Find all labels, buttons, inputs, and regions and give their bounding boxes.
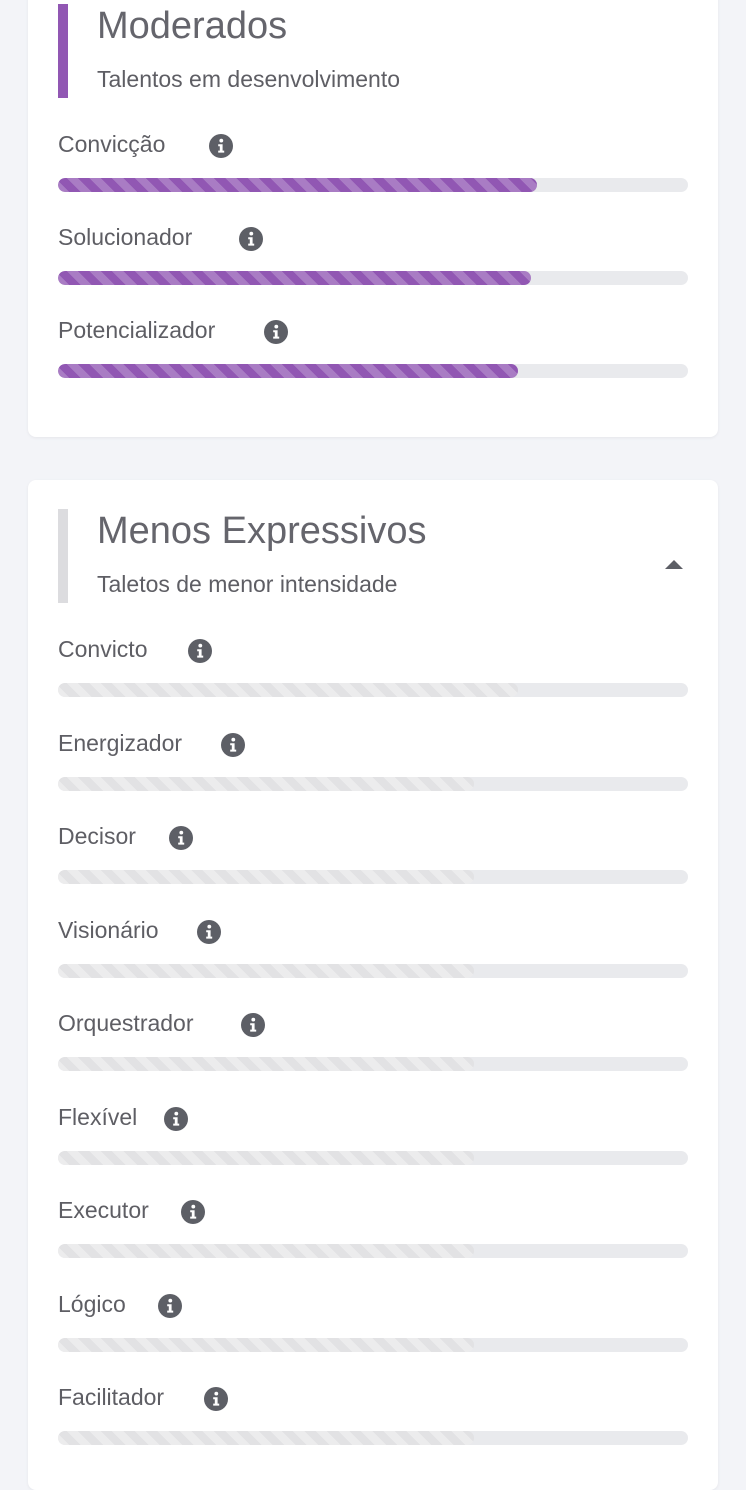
talent-progress-track (58, 964, 688, 978)
talent-name: Potencializador (58, 317, 216, 343)
section-header: Moderados Talentos em desenvolvimento (58, 4, 688, 98)
section-accent-bar (58, 509, 68, 603)
talent-progress-fill (58, 964, 474, 978)
talent-name: Facilitador (58, 1384, 165, 1410)
talent-name: Solucionador (58, 224, 193, 250)
talent-row-logico: Lógico (58, 1289, 688, 1359)
talent-name: Orquestrador (58, 1010, 194, 1036)
talent-name: Flexível (58, 1104, 138, 1130)
talent-progress-track (58, 271, 688, 285)
section-subtitle: Taletos de menor intensidade (97, 571, 398, 597)
talent-progress-track (58, 777, 688, 791)
talent-row-energizador: Energizador (58, 728, 688, 798)
talent-progress-fill (58, 271, 531, 285)
info-circle-icon[interactable] (241, 1013, 265, 1037)
talent-name: Executor (58, 1197, 149, 1223)
talent-progress-fill (58, 178, 537, 192)
talent-progress-fill (58, 1338, 474, 1352)
talent-card-moderados: Moderados Talentos em desenvolvimento Co… (28, 0, 718, 437)
section-accent-bar (58, 4, 68, 98)
talent-name: Visionário (58, 917, 159, 943)
talent-progress-track (58, 1244, 688, 1258)
talent-row-solucionador: Solucionador (58, 222, 688, 292)
info-circle-icon[interactable] (264, 320, 288, 344)
info-circle-icon[interactable] (181, 1200, 205, 1224)
talent-row-convicto: Convicto (58, 634, 688, 704)
talent-progress-fill (58, 1431, 474, 1445)
talent-progress-track (58, 683, 688, 697)
info-circle-icon[interactable] (164, 1107, 188, 1131)
caret-up-icon (660, 555, 688, 575)
talent-row-decisor: Decisor (58, 821, 688, 891)
section-header: Menos Expressivos Taletos de menor inten… (58, 509, 688, 603)
info-circle-icon[interactable] (221, 733, 245, 757)
info-circle-icon[interactable] (204, 1387, 228, 1411)
talent-name: Lógico (58, 1291, 126, 1317)
talent-card-menos-expressivos: Menos Expressivos Taletos de menor inten… (28, 480, 718, 1490)
talent-progress-track (58, 1057, 688, 1071)
talent-progress-fill (58, 777, 474, 791)
talent-progress-track (58, 870, 688, 884)
talent-progress-fill (58, 1244, 474, 1258)
talent-name: Convicção (58, 131, 166, 157)
collapse-toggle-button[interactable] (660, 555, 688, 575)
info-circle-icon[interactable] (169, 826, 193, 850)
talent-name: Convicto (58, 636, 148, 662)
talent-row-conviccao: Convicção (58, 129, 688, 199)
talent-name: Decisor (58, 823, 136, 849)
talent-row-executor: Executor (58, 1195, 688, 1265)
talent-progress-fill (58, 1057, 474, 1071)
talent-progress-track (58, 178, 688, 192)
talent-progress-fill (58, 870, 474, 884)
info-circle-icon[interactable] (239, 227, 263, 251)
talent-row-flexivel: Flexível (58, 1102, 688, 1172)
talent-progress-track (58, 1338, 688, 1352)
talent-progress-track (58, 1151, 688, 1165)
section-title: Moderados (97, 5, 288, 47)
info-circle-icon[interactable] (209, 134, 233, 158)
talent-progress-track (58, 364, 688, 378)
talent-row-visionario: Visionário (58, 915, 688, 985)
talent-name: Energizador (58, 730, 183, 756)
talent-progress-fill (58, 1151, 474, 1165)
talent-progress-fill (58, 364, 518, 378)
talent-row-orquestrador: Orquestrador (58, 1008, 688, 1078)
talent-progress-track (58, 1431, 688, 1445)
section-title: Menos Expressivos (97, 510, 427, 552)
section-subtitle: Talentos em desenvolvimento (97, 66, 400, 92)
info-circle-icon[interactable] (158, 1294, 182, 1318)
info-circle-icon[interactable] (197, 920, 221, 944)
talent-progress-fill (58, 683, 518, 697)
talent-row-potencializador: Potencializador (58, 315, 688, 385)
info-circle-icon[interactable] (188, 639, 212, 663)
talent-row-facilitador: Facilitador (58, 1382, 688, 1452)
